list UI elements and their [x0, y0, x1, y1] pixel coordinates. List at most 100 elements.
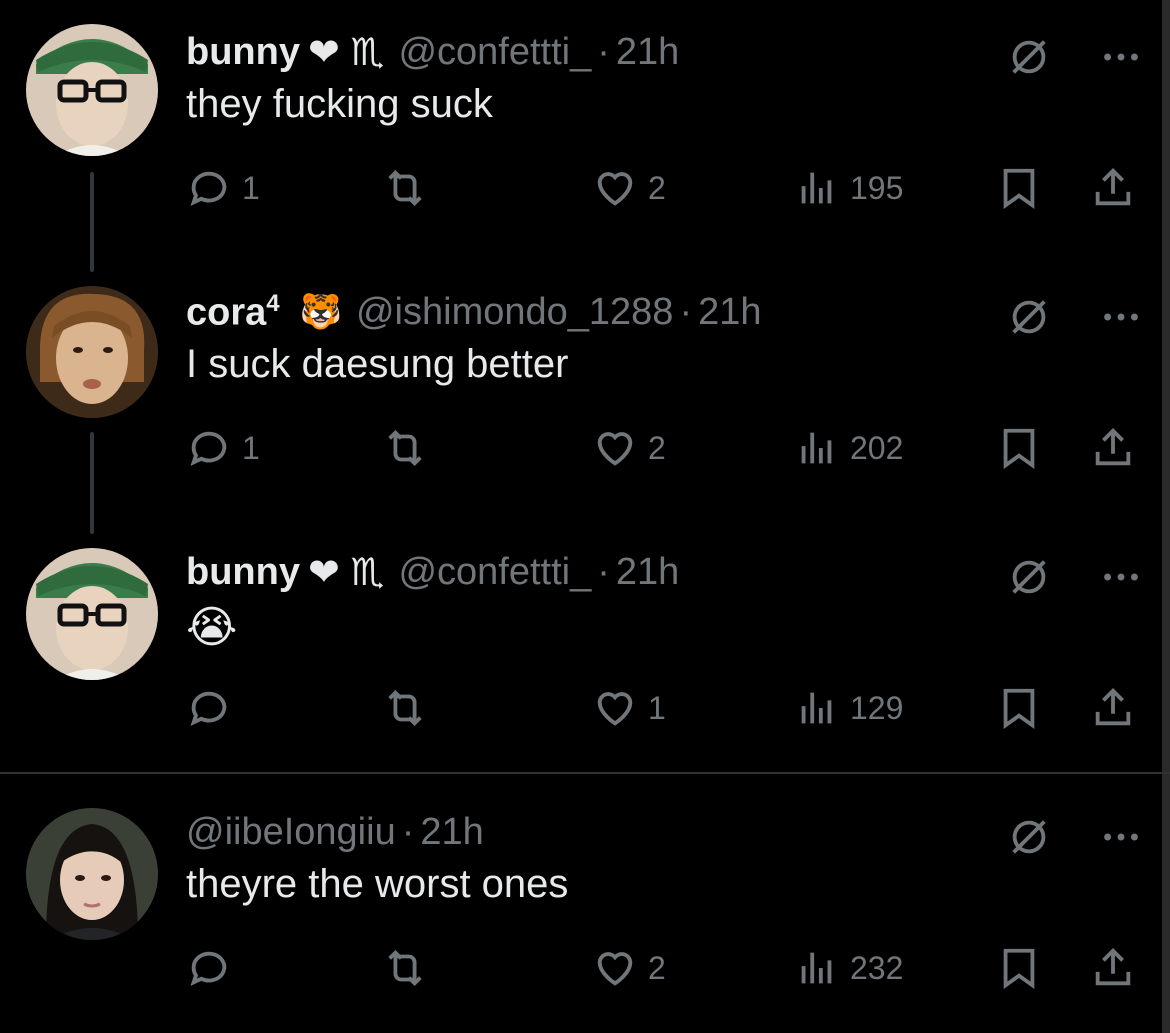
- like-count: 2: [648, 429, 666, 466]
- reply-icon: [190, 171, 227, 207]
- heart-icon: [597, 692, 633, 726]
- share-icon: [1095, 168, 1131, 206]
- tweet-top-icons: [1006, 294, 1144, 340]
- user-handle[interactable]: @confettti_: [398, 31, 591, 74]
- share-icon: [1095, 688, 1131, 726]
- tweet-text: they fucking suck: [186, 82, 493, 126]
- share-icon: [1095, 948, 1131, 986]
- more-options-icon[interactable]: [1098, 814, 1144, 860]
- tweet[interactable]: bunny ❤ ♏ @confettti_ · 21h they fucking…: [0, 24, 1170, 224]
- separator-dot: ·: [401, 810, 415, 853]
- display-name-superscript: 4: [266, 289, 280, 317]
- retweet-icon: [388, 429, 422, 467]
- display-name[interactable]: bunny: [186, 31, 300, 74]
- share-icon: [1095, 428, 1131, 466]
- separator-dot: ·: [597, 30, 610, 73]
- bookmark-icon: [1003, 948, 1035, 989]
- bookmark-button[interactable]: [996, 678, 1042, 738]
- tweet-header: cora4 🐯 @ishimondo_1288 · 21h: [186, 284, 762, 340]
- view-count: 129: [850, 689, 904, 726]
- more-options-icon[interactable]: [1098, 34, 1144, 80]
- retweet-button[interactable]: [382, 938, 438, 998]
- avatar[interactable]: [26, 548, 158, 680]
- reply-button[interactable]: 1: [186, 158, 260, 218]
- view-count: 232: [850, 949, 904, 986]
- share-button[interactable]: [1090, 158, 1136, 218]
- heart-icon: [597, 952, 633, 986]
- tweet-actions: 2 232: [186, 938, 1146, 998]
- tweet-text: I suck daesung better: [186, 342, 569, 386]
- bookmark-button[interactable]: [996, 938, 1042, 998]
- retweet-icon: [388, 949, 422, 987]
- view-count: 202: [850, 429, 904, 466]
- tweet-header: bunny ❤ ♏ @confettti_ · 21h: [186, 544, 679, 600]
- view-count: 195: [850, 169, 904, 206]
- display-name[interactable]: bunny: [186, 551, 300, 594]
- like-count: 2: [648, 949, 666, 986]
- tweet-top-icons: [1006, 34, 1144, 80]
- like-button[interactable]: 2: [592, 158, 666, 218]
- like-count: 1: [648, 689, 666, 726]
- user-handle[interactable]: @ishimondo_1288: [356, 291, 673, 334]
- like-button[interactable]: 2: [592, 938, 666, 998]
- views-icon: [801, 952, 832, 984]
- separator-dot: ·: [679, 290, 693, 333]
- share-button[interactable]: [1090, 678, 1136, 738]
- name-badges: ❤ ♏: [307, 31, 385, 74]
- reply-icon: [190, 691, 227, 727]
- timestamp[interactable]: 21h: [616, 31, 679, 74]
- reply-count: 1: [242, 429, 260, 466]
- bookmark-icon: [1003, 428, 1035, 469]
- reply-button[interactable]: 1: [186, 418, 260, 478]
- views-button[interactable]: 232: [794, 938, 903, 998]
- tweet[interactable]: bunny ❤ ♏ @confettti_ · 21h 😭 1 129: [0, 544, 1170, 744]
- more-options-icon[interactable]: [1098, 554, 1144, 600]
- user-handle[interactable]: @confettti_: [398, 551, 591, 594]
- tweet[interactable]: @iibeIongiiu · 21h theyre the worst ones…: [0, 804, 1170, 1004]
- avatar[interactable]: [26, 808, 158, 940]
- grok-icon[interactable]: [1006, 814, 1052, 860]
- share-button[interactable]: [1090, 418, 1136, 478]
- retweet-icon: [388, 689, 422, 727]
- views-button[interactable]: 202: [794, 418, 903, 478]
- bookmark-button[interactable]: [996, 158, 1042, 218]
- tweet-actions: 1 2 195: [186, 158, 1146, 218]
- views-button[interactable]: 195: [794, 158, 903, 218]
- grok-icon[interactable]: [1006, 34, 1052, 80]
- avatar[interactable]: [26, 24, 158, 156]
- grok-icon[interactable]: [1006, 554, 1052, 600]
- bookmark-button[interactable]: [996, 418, 1042, 478]
- retweet-button[interactable]: [382, 678, 438, 738]
- tweet[interactable]: cora4 🐯 @ishimondo_1288 · 21h I suck dae…: [0, 284, 1170, 484]
- views-button[interactable]: 129: [794, 678, 903, 738]
- like-button[interactable]: 1: [592, 678, 666, 738]
- timestamp[interactable]: 21h: [420, 811, 483, 854]
- tweet-header: bunny ❤ ♏ @confettti_ · 21h: [186, 24, 679, 80]
- avatar[interactable]: [26, 286, 158, 418]
- reply-count: 1: [242, 169, 260, 206]
- retweet-button[interactable]: [382, 418, 438, 478]
- display-name[interactable]: cora4: [186, 290, 280, 335]
- separator-dot: ·: [597, 550, 610, 593]
- tweet-actions: 1 2 202: [186, 418, 1146, 478]
- heart-icon: [597, 432, 633, 466]
- heart-icon: [597, 172, 633, 206]
- bookmark-icon: [1003, 688, 1035, 729]
- reply-button[interactable]: [186, 678, 242, 738]
- tweet-top-icons: [1006, 814, 1144, 860]
- name-badges: ❤ ♏: [307, 551, 385, 594]
- timestamp[interactable]: 21h: [698, 291, 761, 334]
- retweet-button[interactable]: [382, 158, 438, 218]
- tiger-emoji: 🐯: [299, 293, 342, 331]
- timestamp[interactable]: 21h: [616, 551, 679, 594]
- display-name-text: cora: [186, 291, 267, 334]
- grok-icon[interactable]: [1006, 294, 1052, 340]
- share-button[interactable]: [1090, 938, 1136, 998]
- more-options-icon[interactable]: [1098, 294, 1144, 340]
- reply-button[interactable]: [186, 938, 242, 998]
- user-handle[interactable]: @iibeIongiiu: [186, 811, 396, 854]
- thread-divider: [0, 772, 1170, 774]
- tweet-top-icons: [1006, 554, 1144, 600]
- like-button[interactable]: 2: [592, 418, 666, 478]
- tweet-actions: 1 129: [186, 678, 1146, 738]
